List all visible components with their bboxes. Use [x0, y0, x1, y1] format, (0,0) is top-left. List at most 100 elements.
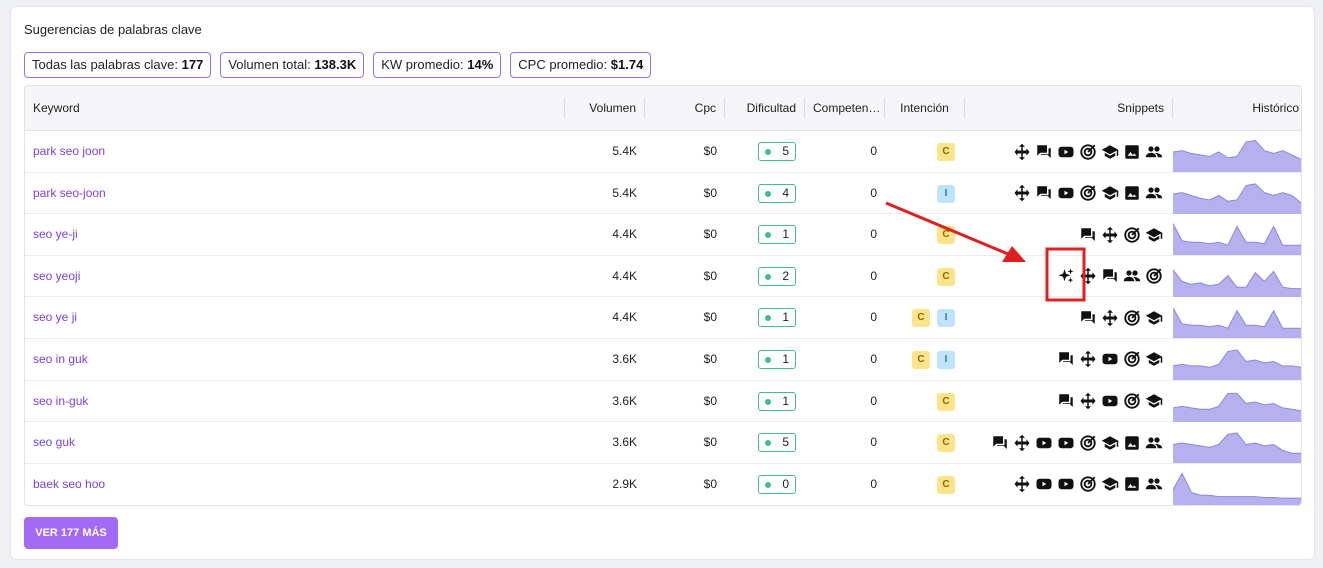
see-more-button[interactable]: VER 177 MÁS [24, 517, 118, 549]
cpc-value: $0 [703, 144, 717, 158]
move-icon [1013, 184, 1031, 202]
column-header-volume[interactable]: Volumen [565, 98, 645, 118]
competition-value: 0 [870, 351, 877, 366]
stat-total-volume: Volumen total: 138.3K [220, 52, 365, 78]
move-icon [1013, 434, 1031, 452]
image-icon [1123, 434, 1141, 452]
people-icon [1123, 267, 1141, 285]
difficulty-value: 5 [782, 144, 789, 158]
school-icon [1101, 434, 1119, 452]
difficulty-dot [765, 356, 771, 363]
difficulty-value: 1 [782, 351, 789, 366]
difficulty-value: 0 [782, 476, 789, 491]
column-header-history[interactable]: Histórico [1173, 86, 1301, 130]
history-sparkline [1173, 392, 1301, 422]
school-icon [1145, 226, 1163, 244]
competition-value: 0 [870, 310, 877, 325]
stat-avg-cpc: CPC promedio: $1.74 [510, 52, 652, 78]
column-header-intent[interactable]: Intención [885, 98, 965, 118]
chat-icon [1035, 143, 1053, 161]
column-header-difficulty[interactable]: Dificultad [725, 98, 805, 118]
keyword-link[interactable]: seo in-guk [33, 381, 88, 422]
cpc-value: $0 [703, 310, 717, 325]
snippets-group [1013, 131, 1163, 172]
volume-value: 4.4K [612, 227, 637, 242]
column-header-competition[interactable]: Competen… [805, 98, 885, 118]
volume-value: 3.6K [612, 351, 637, 366]
table-body: park seo joon 5.4K $0 5 0 Cpark seo-joon 5.4K $… [25, 131, 1301, 505]
table-row: seo guk 3.6K $0 5 0 C [25, 422, 1301, 464]
video-icon [1057, 434, 1075, 452]
people-icon [1145, 184, 1163, 202]
intent-badge-c: C [937, 392, 955, 411]
target-icon [1123, 226, 1141, 244]
difficulty-badge: 0 [758, 474, 796, 494]
snippets-group [1079, 297, 1163, 338]
volume-value: 5.4K [612, 144, 637, 158]
cpc-value: $0 [703, 185, 717, 200]
target-icon [1079, 143, 1097, 161]
move-icon [1079, 350, 1097, 368]
video-icon [1101, 350, 1119, 368]
keywords-table: Keyword Volumen Cpc Dificultad Competen…… [24, 85, 1302, 506]
difficulty-badge: 1 [758, 308, 796, 328]
difficulty-value: 1 [782, 393, 789, 408]
move-icon [1013, 475, 1031, 493]
difficulty-value: 1 [782, 310, 789, 325]
snippets-group [1079, 214, 1163, 255]
history-sparkline [1173, 182, 1301, 214]
people-icon [1145, 143, 1163, 161]
move-icon [1101, 309, 1119, 327]
competition-value: 0 [870, 393, 877, 408]
keyword-link[interactable]: park seo joon [33, 131, 105, 172]
volume-value: 4.4K [612, 268, 637, 283]
competition-value: 0 [870, 268, 877, 283]
keyword-link[interactable]: seo ye-ji [33, 214, 78, 255]
move-icon [1013, 143, 1031, 161]
history-sparkline [1173, 432, 1301, 464]
column-header-cpc[interactable]: Cpc [645, 98, 725, 118]
keyword-link[interactable]: seo guk [33, 422, 75, 463]
history-sparkline [1173, 223, 1301, 256]
sparkle-icon [1057, 267, 1075, 285]
school-icon [1101, 184, 1119, 202]
difficulty-badge: 2 [758, 266, 796, 286]
keyword-link[interactable]: seo ye ji [33, 297, 77, 338]
difficulty-badge: 1 [758, 391, 796, 411]
competition-value: 0 [870, 185, 877, 200]
difficulty-badge: 5 [758, 433, 796, 453]
column-header-snippets[interactable]: Snippets [965, 98, 1173, 118]
history-sparkline [1173, 139, 1301, 172]
video-icon [1057, 475, 1075, 493]
difficulty-value: 4 [782, 185, 789, 200]
target-icon [1123, 350, 1141, 368]
difficulty-dot [765, 398, 771, 405]
column-header-keyword[interactable]: Keyword [33, 98, 565, 118]
video-icon [1057, 143, 1075, 161]
stats-bar: Todas las palabras clave: 177 Volumen to… [24, 52, 652, 78]
difficulty-dot [765, 440, 771, 447]
table-row: seo ye-ji 4.4K $0 1 0 C [25, 214, 1301, 256]
keyword-link[interactable]: baek seo hoo [33, 464, 105, 505]
chat-icon [1079, 309, 1097, 327]
keyword-link[interactable]: seo in guk [33, 339, 88, 380]
competition-value: 0 [870, 435, 877, 450]
snippets-group [1057, 381, 1163, 422]
video-icon [1035, 434, 1053, 452]
target-icon [1123, 392, 1141, 410]
video-icon [1057, 184, 1075, 202]
video-icon [1035, 475, 1053, 493]
snippets-group [1013, 173, 1163, 214]
intent-badge-c: C [912, 350, 930, 369]
image-icon [1123, 143, 1141, 161]
target-icon [1145, 267, 1163, 285]
stat-avg-kw: KW promedio: 14% [373, 52, 502, 78]
table-row: park seo-joon 5.4K $0 4 0 I [25, 173, 1301, 215]
history-sparkline [1173, 349, 1301, 380]
table-row: seo in guk 3.6K $0 1 0 C I [25, 339, 1301, 381]
move-icon [1079, 392, 1097, 410]
keyword-link[interactable]: seo yeoji [33, 256, 80, 297]
keyword-link[interactable]: park seo-joon [33, 173, 106, 214]
difficulty-badge: 5 [758, 142, 796, 161]
move-icon [1079, 267, 1097, 285]
